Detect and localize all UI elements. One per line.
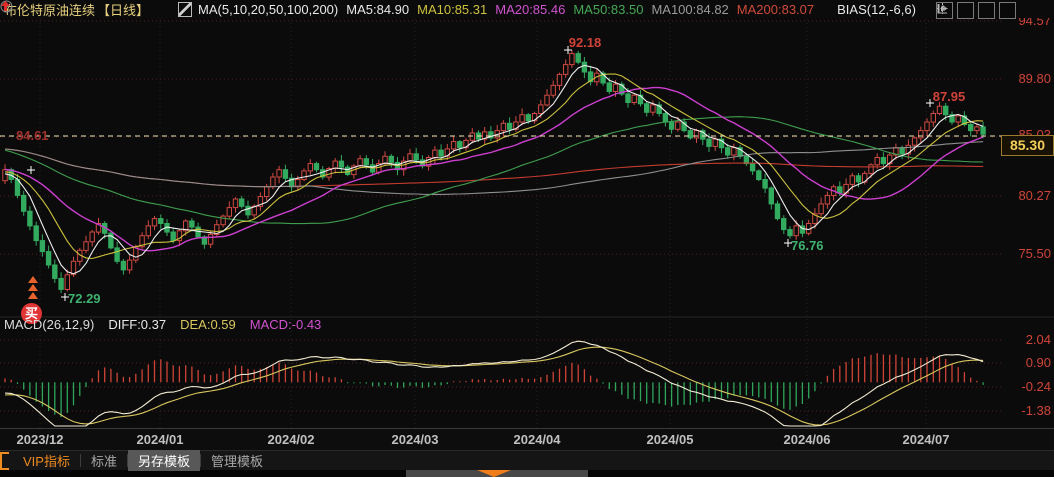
axis-play-icon[interactable] — [937, 2, 995, 19]
indicator-header-bar: 布伦特原油连续 【日线】 MA(5,10,20,50,100,200) MA5:8… — [0, 0, 1054, 18]
instrument-title: 布伦特原油连续 — [4, 2, 96, 18]
collapse-icon[interactable] — [0, 0, 170, 16]
settlement-price-label: 84.61 — [16, 128, 49, 143]
ma100-value: MA100:84.82 — [651, 1, 729, 17]
time-axis: 2023/12 2024/01 2024/02 2024/03 2024/04 … — [0, 428, 1054, 450]
month-label: 2024/02 — [267, 432, 315, 447]
taskbar-notification-arrow-icon[interactable] — [477, 470, 511, 477]
month-label: 2024/04 — [513, 432, 561, 447]
month-label: 2023/12 — [16, 432, 64, 447]
ma50-value: MA50:83.50 — [573, 1, 644, 17]
ma200-value: MA200:83.07 — [736, 1, 815, 17]
july-high-label: 87.95 — [932, 89, 966, 104]
buy-arrow-icon — [28, 284, 38, 291]
december-low-label: 72.29 — [68, 291, 101, 306]
expand-right-icon[interactable] — [938, 2, 1016, 19]
current-price-box: 85.30 — [1001, 135, 1054, 156]
taskbar-strip — [0, 470, 1054, 477]
month-label: 2024/05 — [646, 432, 694, 447]
ma-group-label: MA(5,10,20,50,100,200) — [198, 1, 339, 17]
template-tab-bar: VIP指标 标准 另存模板 管理模板 — [0, 450, 1054, 471]
tab-manage-template[interactable]: 管理模板 — [201, 450, 273, 471]
chart-toolbar — [936, 2, 1016, 19]
macd-dea-value: DEA:0.59 — [180, 317, 236, 332]
macd-tick-4: -1.38 — [1021, 403, 1051, 418]
ma20-value: MA20:85.46 — [495, 1, 566, 17]
june-low-label: 76.76 — [791, 238, 824, 253]
price-tick-5: 75.50 — [1018, 246, 1051, 261]
ma10-value: MA10:85.31 — [417, 1, 488, 17]
tab-save-template[interactable]: 另存模板 — [127, 450, 200, 471]
buy-arrow-icon — [28, 292, 38, 299]
macd-hist-value: MACD:-0.43 — [249, 317, 322, 332]
indicator-settings-icon[interactable] — [178, 1, 193, 17]
tab-fragment[interactable] — [0, 451, 9, 470]
month-label: 2024/07 — [902, 432, 950, 447]
ma5-value: MA5:84.90 — [346, 1, 410, 17]
macd-tick-2: 0.90 — [1025, 355, 1051, 370]
month-label: 2024/01 — [136, 432, 184, 447]
april-high-label: 92.18 — [568, 35, 602, 50]
month-label: 2024/06 — [783, 432, 831, 447]
macd-header: MACD(26,12,9) DIFF:0.37 DEA:0.59 MACD:-0… — [4, 317, 321, 332]
macd-tick-1: 2.04 — [1025, 332, 1051, 347]
macd-diff-value: DIFF:0.37 — [108, 317, 167, 332]
buy-arrow-icon — [28, 276, 38, 283]
tab-standard[interactable]: 标准 — [81, 450, 127, 471]
bias-label: BIAS(12,-6,6) — [837, 1, 916, 17]
macd-tick-3: -0.24 — [1021, 379, 1051, 394]
month-label: 2024/03 — [391, 432, 439, 447]
chart-app-window: 布伦特原油连续 【日线】 MA(5,10,20,50,100,200) MA5:8… — [0, 0, 1054, 477]
period-label: 【日线】 — [97, 2, 150, 18]
price-tick-4: 80.27 — [1018, 188, 1051, 203]
axis-up-icon[interactable] — [937, 2, 974, 19]
chart-canvas[interactable] — [0, 0, 1054, 477]
signal-up-arrow-icon — [1, 1, 833, 16]
macd-title: MACD(26,12,9) — [4, 317, 95, 332]
price-tick-2: 89.80 — [1018, 71, 1051, 86]
tab-vip-indicator[interactable]: VIP指标 — [13, 450, 80, 471]
